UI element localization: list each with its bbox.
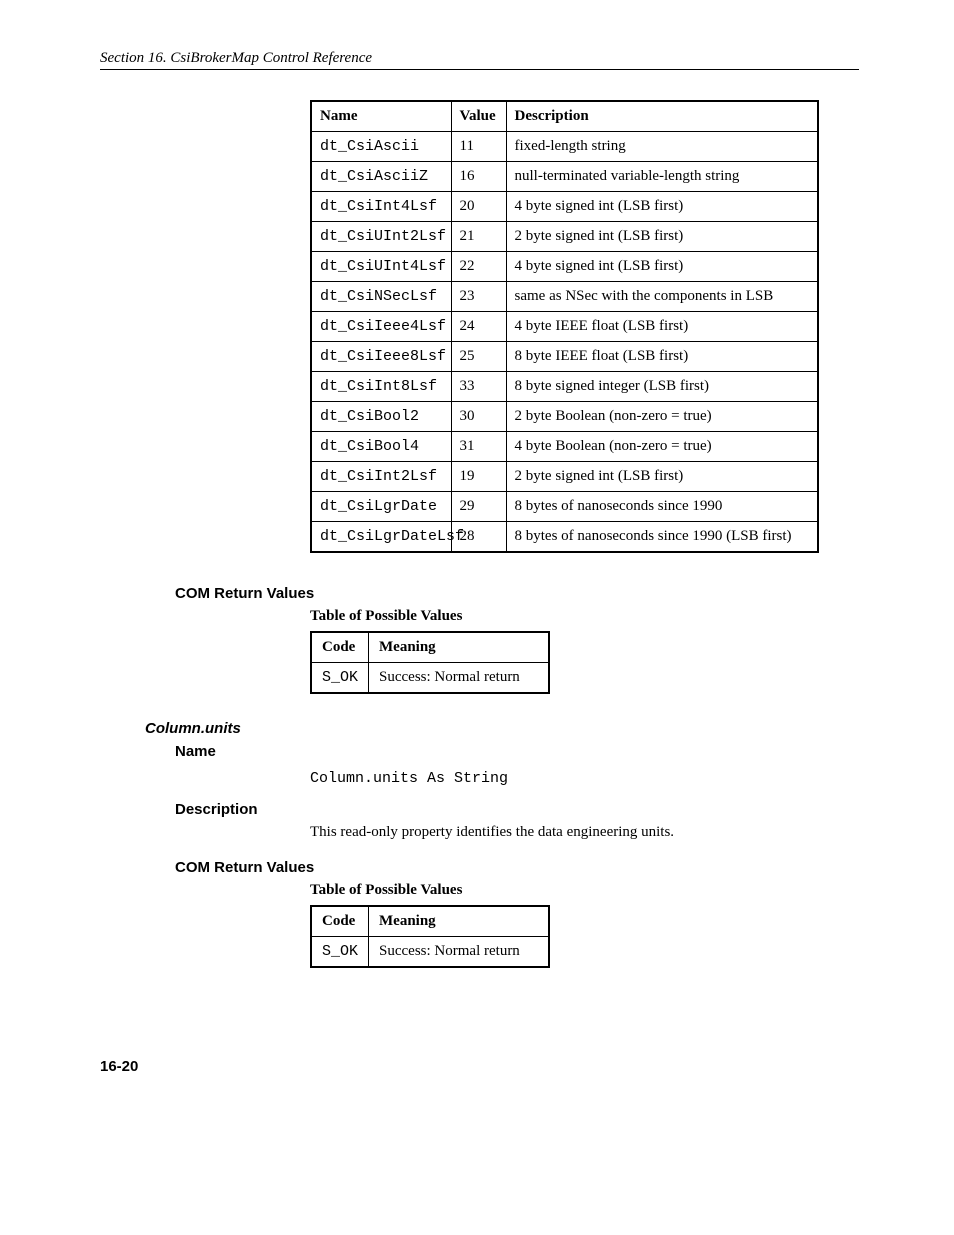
- cell-name: dt_CsiLgrDate: [311, 492, 451, 522]
- running-head: Section 16. CsiBrokerMap Control Referen…: [100, 50, 859, 70]
- cell-value: 11: [451, 132, 506, 162]
- name-heading: Name: [175, 743, 859, 760]
- table-row: dt_CsiIeee4Lsf 24 4 byte IEEE float (LSB…: [311, 312, 818, 342]
- table-row: dt_CsiAscii 11 fixed-length string: [311, 132, 818, 162]
- cell-code: S_OK: [311, 663, 369, 694]
- com-return-values-heading-2: COM Return Values: [175, 859, 859, 876]
- table-header-row: Code Meaning: [311, 906, 549, 937]
- cell-name: dt_CsiInt8Lsf: [311, 372, 451, 402]
- cell-value: 33: [451, 372, 506, 402]
- cell-desc: 4 byte Boolean (non-zero = true): [506, 432, 818, 462]
- cell-desc: same as NSec with the components in LSB: [506, 282, 818, 312]
- page-number: 16-20: [100, 1058, 859, 1075]
- cell-name: dt_CsiUInt2Lsf: [311, 222, 451, 252]
- description-text: This read-only property identifies the d…: [310, 824, 859, 841]
- data-type-table: Name Value Description dt_CsiAscii 11 fi…: [310, 100, 819, 553]
- cell-name: dt_CsiUInt4Lsf: [311, 252, 451, 282]
- cell-desc: null-terminated variable-length string: [506, 162, 818, 192]
- column-units-heading: Column.units: [145, 720, 859, 737]
- return-values-table-wrap-1: Code Meaning S_OK Success: Normal return: [310, 631, 859, 694]
- table-row: dt_CsiUInt4Lsf 22 4 byte signed int (LSB…: [311, 252, 818, 282]
- cell-value: 30: [451, 402, 506, 432]
- com-return-values-heading-1: COM Return Values: [175, 585, 859, 602]
- page: Section 16. CsiBrokerMap Control Referen…: [0, 0, 954, 1135]
- table-row: dt_CsiInt4Lsf 20 4 byte signed int (LSB …: [311, 192, 818, 222]
- cell-desc: 8 byte IEEE float (LSB first): [506, 342, 818, 372]
- table-row: dt_CsiNSecLsf 23 same as NSec with the c…: [311, 282, 818, 312]
- cell-desc: 2 byte signed int (LSB first): [506, 462, 818, 492]
- col-header-meaning: Meaning: [369, 906, 549, 937]
- cell-desc: 4 byte signed int (LSB first): [506, 252, 818, 282]
- table-row: dt_CsiLgrDate 29 8 bytes of nanoseconds …: [311, 492, 818, 522]
- cell-name: dt_CsiAsciiZ: [311, 162, 451, 192]
- cell-desc: 4 byte IEEE float (LSB first): [506, 312, 818, 342]
- table-row: dt_CsiBool4 31 4 byte Boolean (non-zero …: [311, 432, 818, 462]
- cell-desc: 8 bytes of nanoseconds since 1990 (LSB f…: [506, 522, 818, 553]
- cell-value: 25: [451, 342, 506, 372]
- table-row: dt_CsiLgrDateLsf 28 8 bytes of nanosecon…: [311, 522, 818, 553]
- cell-desc: 4 byte signed int (LSB first): [506, 192, 818, 222]
- data-type-table-wrap: Name Value Description dt_CsiAscii 11 fi…: [310, 100, 819, 553]
- return-values-table-2: Code Meaning S_OK Success: Normal return: [310, 905, 550, 968]
- cell-desc: 8 byte signed integer (LSB first): [506, 372, 818, 402]
- table-row: dt_CsiInt8Lsf 33 8 byte signed integer (…: [311, 372, 818, 402]
- table-possible-values-subhead-1: Table of Possible Values: [310, 608, 859, 625]
- table-row: S_OK Success: Normal return: [311, 663, 549, 694]
- table-row: dt_CsiAsciiZ 16 null-terminated variable…: [311, 162, 818, 192]
- cell-desc: 8 bytes of nanoseconds since 1990: [506, 492, 818, 522]
- cell-name: dt_CsiInt2Lsf: [311, 462, 451, 492]
- cell-desc: 2 byte Boolean (non-zero = true): [506, 402, 818, 432]
- cell-value: 20: [451, 192, 506, 222]
- col-header-name: Name: [311, 101, 451, 132]
- cell-value: 31: [451, 432, 506, 462]
- col-header-meaning: Meaning: [369, 632, 549, 663]
- table-possible-values-subhead-2: Table of Possible Values: [310, 882, 859, 899]
- cell-name: dt_CsiAscii: [311, 132, 451, 162]
- col-header-description: Description: [506, 101, 818, 132]
- cell-name: dt_CsiIeee4Lsf: [311, 312, 451, 342]
- col-header-code: Code: [311, 906, 369, 937]
- cell-value: 24: [451, 312, 506, 342]
- cell-desc: 2 byte signed int (LSB first): [506, 222, 818, 252]
- signature: Column.units As String: [310, 770, 859, 787]
- cell-name: dt_CsiNSecLsf: [311, 282, 451, 312]
- cell-code: S_OK: [311, 937, 369, 968]
- return-values-table-wrap-2: Code Meaning S_OK Success: Normal return: [310, 905, 859, 968]
- cell-name: dt_CsiBool4: [311, 432, 451, 462]
- table-header-row: Code Meaning: [311, 632, 549, 663]
- cell-name: dt_CsiIeee8Lsf: [311, 342, 451, 372]
- description-heading: Description: [175, 801, 859, 818]
- cell-name: dt_CsiInt4Lsf: [311, 192, 451, 222]
- cell-desc: fixed-length string: [506, 132, 818, 162]
- cell-value: 19: [451, 462, 506, 492]
- table-row: dt_CsiInt2Lsf 19 2 byte signed int (LSB …: [311, 462, 818, 492]
- cell-name: dt_CsiLgrDateLsf: [311, 522, 451, 553]
- table-header-row: Name Value Description: [311, 101, 818, 132]
- cell-meaning: Success: Normal return: [369, 937, 549, 968]
- cell-value: 23: [451, 282, 506, 312]
- cell-name: dt_CsiBool2: [311, 402, 451, 432]
- table-row: S_OK Success: Normal return: [311, 937, 549, 968]
- cell-value: 21: [451, 222, 506, 252]
- table-row: dt_CsiIeee8Lsf 25 8 byte IEEE float (LSB…: [311, 342, 818, 372]
- table-row: dt_CsiBool2 30 2 byte Boolean (non-zero …: [311, 402, 818, 432]
- return-values-table-1: Code Meaning S_OK Success: Normal return: [310, 631, 550, 694]
- cell-value: 29: [451, 492, 506, 522]
- col-header-value: Value: [451, 101, 506, 132]
- table-row: dt_CsiUInt2Lsf 21 2 byte signed int (LSB…: [311, 222, 818, 252]
- cell-meaning: Success: Normal return: [369, 663, 549, 694]
- cell-value: 16: [451, 162, 506, 192]
- cell-value: 28: [451, 522, 506, 553]
- col-header-code: Code: [311, 632, 369, 663]
- cell-value: 22: [451, 252, 506, 282]
